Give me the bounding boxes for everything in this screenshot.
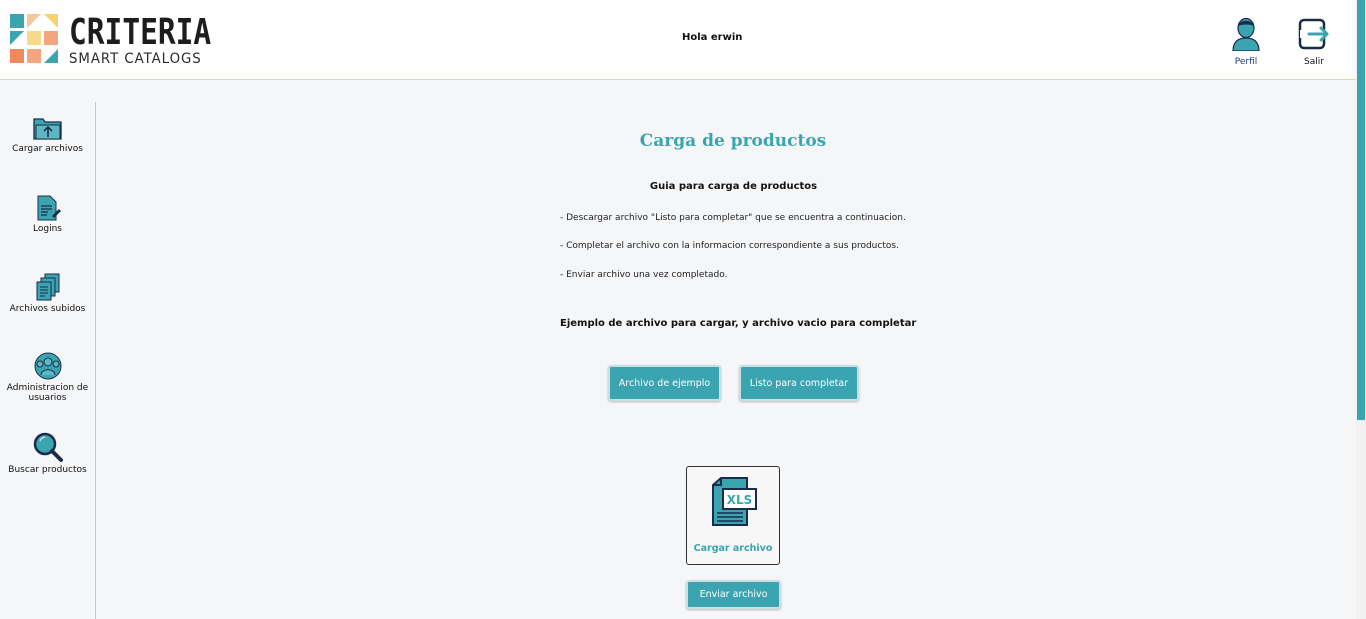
folder-upload-icon [32, 118, 62, 140]
document-edit-icon [37, 195, 61, 221]
page-title: Carga de productos [639, 131, 827, 151]
xls-icon-text: XLS [727, 493, 753, 507]
template-file-button[interactable]: Listo para completar [739, 365, 859, 401]
criteria-logo[interactable]: CRITERIA SMART CATALOGS [10, 14, 242, 66]
user-greeting: Hola erwin [682, 32, 743, 43]
profile-label: Perfil [1234, 57, 1258, 67]
logo-name: CRITERIA [69, 11, 212, 53]
logo-subtitle: SMART CATALOGS [69, 50, 202, 67]
example-section-title: Ejemplo de archivo para cargar, y archiv… [560, 318, 917, 329]
page-scrollbar[interactable] [1356, 0, 1366, 619]
logout-label: Salir [1304, 57, 1324, 67]
guide-title: Guia para carga de productos [649, 181, 818, 192]
upload-file-dropzone[interactable]: XLS Cargar archivo [686, 466, 780, 565]
sidebar-item-label: Administracion de usuarios [6, 383, 89, 403]
guide-step: - Descargar archivo "Listo para completa… [560, 213, 906, 223]
sidebar-item-logins[interactable]: Logins [0, 194, 95, 234]
xls-file-icon: XLS [712, 477, 757, 526]
sidebar-item-label: Archivos subidos [9, 304, 86, 314]
sidebar-item-archivos-subidos[interactable]: Archivos subidos [0, 272, 95, 314]
scrollbar-thumb[interactable] [1357, 0, 1365, 420]
sidebar-item-administracion-usuarios[interactable]: Administracion de usuarios [0, 351, 95, 403]
sidebar-item-label: Buscar productos [8, 465, 87, 475]
magnifier-icon [33, 432, 63, 462]
guide-step: - Enviar archivo una vez completado. [560, 270, 728, 280]
sidebar-item-cargar-archivos[interactable]: Cargar archivos [0, 116, 95, 154]
logo-mosaic-icon [10, 14, 58, 63]
profile-button[interactable]: Perfil [1224, 17, 1268, 67]
stacked-documents-icon [36, 273, 59, 301]
sidebar: Cargar archivos Logins Archivos subidos … [0, 102, 96, 619]
sidebar-item-buscar-productos[interactable]: Buscar productos [0, 431, 95, 475]
logout-icon [1298, 18, 1329, 50]
users-group-icon [34, 352, 61, 380]
example-file-button[interactable]: Archivo de ejemplo [608, 365, 721, 401]
sidebar-item-label: Cargar archivos [12, 144, 83, 154]
guide-step: - Completar el archivo con la informacio… [560, 241, 899, 251]
logout-button[interactable]: Salir [1292, 17, 1336, 67]
sidebar-item-label: Logins [33, 224, 62, 234]
upload-file-label: Cargar archivo [693, 543, 773, 554]
send-file-button[interactable]: Enviar archivo [686, 580, 781, 609]
top-header: CRITERIA SMART CATALOGS Hola erwin Perfi… [0, 0, 1356, 80]
user-profile-icon [1232, 17, 1260, 52]
